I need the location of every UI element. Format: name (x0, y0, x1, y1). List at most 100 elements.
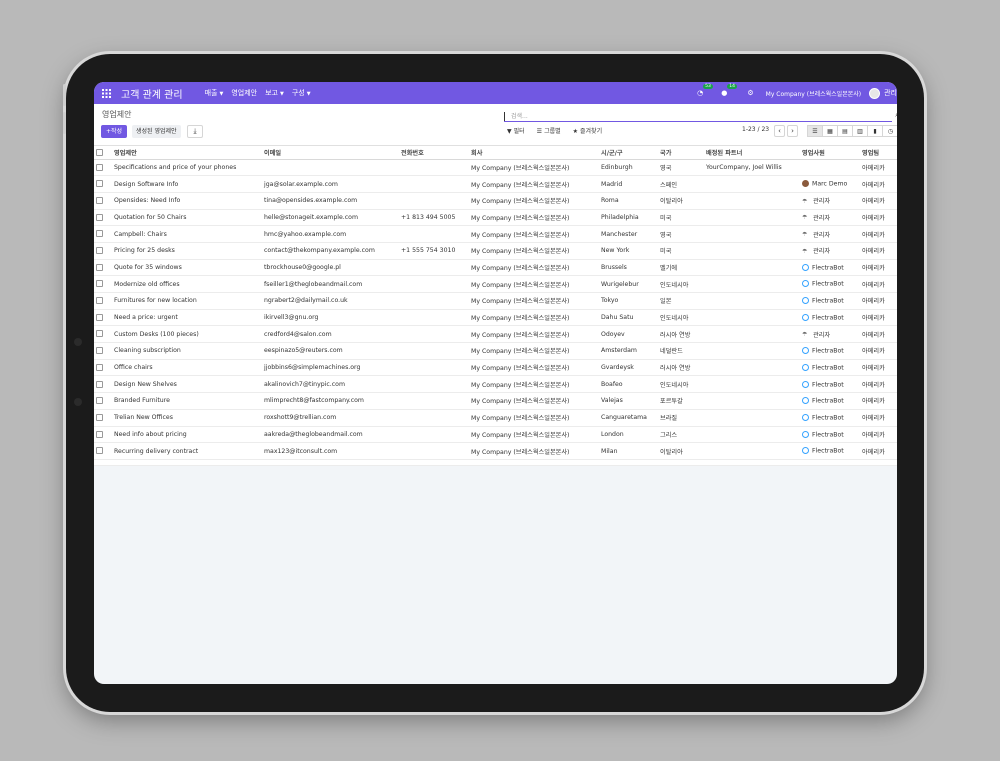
column-header-country[interactable]: 국가 (658, 146, 704, 160)
pivot-view-button[interactable]: ▥ (852, 125, 868, 137)
column-header-team[interactable]: 영업팀 (860, 146, 897, 160)
row-checkbox[interactable] (96, 247, 103, 255)
row-checkbox[interactable] (96, 280, 103, 288)
download-button[interactable]: ⤓ (187, 125, 203, 138)
apps-grid-icon[interactable] (97, 88, 115, 98)
table-row[interactable]: Quotation for 50 Chairs helle@stonageit.e… (94, 209, 897, 227)
favorites-button[interactable]: ★ 즐겨찾기 (573, 126, 602, 135)
table-row[interactable]: Design Software Info jga@solar.example.co… (94, 175, 897, 193)
activity-view-button[interactable]: ◷ (882, 125, 897, 137)
column-header-city[interactable]: 시/군/구 (599, 146, 658, 160)
row-select-cell[interactable] (94, 359, 112, 377)
table-row[interactable]: Office chairs jjobbins6@simplemachines.or… (94, 359, 897, 377)
cell-team: 아메리카 (860, 426, 897, 444)
row-select-cell[interactable] (94, 292, 112, 310)
table-row[interactable]: Opensides: Need Info tina@opensides.examp… (94, 192, 897, 210)
row-select-cell[interactable] (94, 309, 112, 327)
table-row[interactable]: Specifications and price of your phones M… (94, 159, 897, 177)
table-row[interactable]: Recurring delivery contract max123@itcons… (94, 442, 897, 460)
graph-view-button[interactable]: ▮ (867, 125, 883, 137)
column-header-company[interactable]: 회사 (469, 146, 599, 160)
pager-value[interactable]: 1-23 / 23 (742, 126, 769, 133)
row-checkbox[interactable] (96, 180, 103, 188)
select-all-cell[interactable] (94, 146, 112, 160)
table-row[interactable]: Trelian New Offices roxshott9@trellian.co… (94, 409, 897, 427)
menu-reporting[interactable]: 보고 ▼ (265, 88, 284, 98)
settings-menu[interactable]: ⚙ (747, 89, 753, 97)
row-checkbox[interactable] (96, 230, 103, 238)
filter-button[interactable]: ▼ 필터 (507, 126, 525, 135)
table-row[interactable]: Need a price: urgent ikirvell3@gnu.org My … (94, 309, 897, 327)
select-all-checkbox[interactable] (96, 148, 103, 156)
table-row[interactable]: Cleaning subscription eespinazo5@reuters.… (94, 342, 897, 360)
table-row[interactable]: Pricing for 25 desks contact@thekompany.e… (94, 242, 897, 260)
row-checkbox[interactable] (96, 330, 103, 338)
menu-leads[interactable]: 영업제안 (231, 88, 257, 98)
group-by-button[interactable]: ☰ 그룹별 (537, 126, 561, 135)
user-avatar[interactable] (869, 87, 881, 99)
row-checkbox[interactable] (96, 263, 103, 271)
row-select-cell[interactable] (94, 242, 112, 260)
row-checkbox[interactable] (96, 447, 103, 455)
search-icon[interactable]: ⌕ (895, 111, 897, 120)
app-title[interactable]: 고객 관계 관리 (121, 86, 183, 101)
row-select-cell[interactable] (94, 342, 112, 360)
row-select-cell[interactable] (94, 159, 112, 177)
user-photo-icon (802, 180, 809, 188)
calendar-view-button[interactable]: ▤ (837, 125, 853, 137)
menu-configuration[interactable]: 구성 ▼ (292, 88, 311, 98)
row-select-cell[interactable] (94, 325, 112, 344)
row-select-cell[interactable] (94, 175, 112, 193)
messaging-menu[interactable]: ● 14 (721, 84, 737, 97)
row-checkbox[interactable] (96, 363, 103, 371)
cell-team: 아메리카 (860, 325, 897, 344)
table-row[interactable]: Custom Desks (100 pieces) credford4@salon… (94, 325, 897, 344)
row-select-cell[interactable] (94, 409, 112, 427)
row-select-cell[interactable] (94, 209, 112, 227)
row-select-cell[interactable] (94, 392, 112, 410)
column-header-partner[interactable]: 배정된 파트너 (704, 146, 800, 160)
table-row[interactable]: Need info about pricing aakreda@theglobea… (94, 426, 897, 444)
company-switcher[interactable]: My Company (브레스웍스일본본사) (766, 89, 861, 98)
row-checkbox[interactable] (96, 380, 103, 388)
row-select-cell[interactable] (94, 442, 112, 460)
row-checkbox[interactable] (96, 397, 103, 405)
column-header-email[interactable]: 이메일 (262, 146, 399, 160)
row-select-cell[interactable] (94, 192, 112, 210)
row-select-cell[interactable] (94, 426, 112, 444)
row-select-cell[interactable] (94, 259, 112, 277)
pager-previous-button[interactable]: ‹ (774, 125, 785, 137)
list-view-button[interactable]: ☰ (807, 125, 823, 137)
cell-company: My Company (브레스웍스일본본사) (469, 175, 599, 193)
row-checkbox[interactable] (96, 347, 103, 355)
table-row[interactable]: Furnitures for new location ngrabert2@dai… (94, 292, 897, 310)
table-row[interactable]: Quote for 35 windows tbrockhouse0@google.… (94, 259, 897, 277)
table-row[interactable]: Design New Shelves akalinovich7@tinypic.c… (94, 375, 897, 394)
row-checkbox[interactable] (96, 313, 103, 321)
table-row[interactable]: Campbell: Chairs hmc@yahoo.example.com My … (94, 225, 897, 243)
menu-sales[interactable]: 매출 ▼ (205, 88, 224, 98)
kanban-view-button[interactable]: ▦ (822, 125, 838, 137)
pager-next-button[interactable]: › (787, 125, 798, 137)
table-row[interactable]: Branded Furniture mlimprecht8@fastcompany… (94, 392, 897, 410)
generate-leads-button[interactable]: 생성된 영업제안 (132, 125, 181, 138)
row-checkbox[interactable] (96, 413, 103, 421)
row-select-cell[interactable] (94, 375, 112, 394)
row-checkbox[interactable] (96, 297, 103, 305)
column-header-lead[interactable]: 영업제안 (112, 146, 262, 160)
search-input[interactable]: 검색... (504, 111, 892, 122)
create-button[interactable]: +작성 (101, 125, 128, 138)
row-checkbox[interactable] (96, 430, 103, 438)
user-menu[interactable]: 관리 (884, 88, 897, 98)
row-checkbox[interactable] (96, 213, 103, 221)
cell-partner (704, 309, 800, 327)
cell-company: My Company (브레스웍스일본본사) (469, 259, 599, 277)
row-checkbox[interactable] (96, 196, 103, 204)
table-row[interactable]: Modernize old offices fseiller1@theglobea… (94, 275, 897, 293)
row-select-cell[interactable] (94, 275, 112, 293)
row-checkbox[interactable] (96, 163, 103, 171)
column-header-phone[interactable]: 전화번호 (399, 146, 469, 160)
row-select-cell[interactable] (94, 225, 112, 243)
activity-menu[interactable]: ◔ 53 (697, 84, 713, 97)
column-header-salesperson[interactable]: 영업사원 (800, 146, 860, 160)
